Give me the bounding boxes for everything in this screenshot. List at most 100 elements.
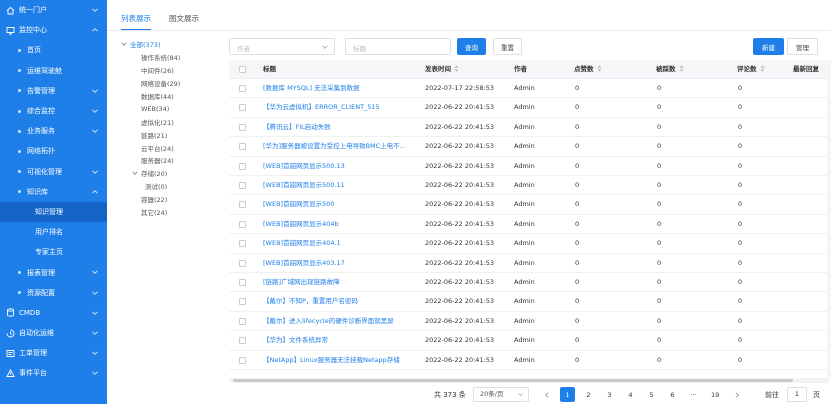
tree-node[interactable]: 云平台(24) — [121, 141, 213, 154]
sidebar-item[interactable]: 报表管理 — [0, 262, 107, 282]
sidebar-item[interactable]: 监控中心 — [0, 20, 107, 40]
row-checkbox[interactable] — [239, 259, 246, 267]
select-all-checkbox[interactable] — [239, 66, 246, 73]
row-checkbox[interactable] — [239, 240, 246, 248]
sidebar-item[interactable]: 运维驾驶舱 — [0, 61, 107, 81]
cell-title[interactable]: [WEB]首韶网页显示404.1 — [263, 234, 421, 253]
manage-button[interactable]: 管理 — [787, 38, 818, 55]
tree-node[interactable]: 服务器(24) — [121, 154, 213, 167]
page-number-button[interactable]: 19 — [707, 387, 723, 402]
row-checkbox[interactable] — [239, 182, 246, 189]
sidebar-item[interactable]: 业务服务 — [0, 121, 107, 141]
table-row[interactable]: 【华为】文件系统异常 2022-06-22 20:41:53 Admin 0 0 0 — [229, 331, 829, 351]
table-vertical-scrollbar[interactable] — [827, 60, 831, 378]
table-row[interactable]: [华为]服务器被设置为受控上电导致BMC上电不... 2022-06-22 20:… — [229, 137, 829, 157]
sidebar-item[interactable]: 自动化运维 — [0, 323, 107, 343]
sidebar-item[interactable]: 统一门户 — [0, 0, 107, 20]
page-number-button[interactable]: 1 — [560, 387, 575, 402]
new-button[interactable]: 新建 — [753, 38, 784, 55]
cell-title[interactable]: [数据库 MYSQL] 无法采集到数据 — [263, 79, 421, 98]
cell-title[interactable]: [WEB]首韶网页显示403.17 — [263, 254, 421, 273]
table-row[interactable]: [链路]广域网出现链路故障 2022-06-22 20:41:53 Admin 0 0 0 — [229, 273, 829, 293]
row-checkbox[interactable] — [239, 104, 246, 112]
page-number-button[interactable]: 4 — [623, 387, 638, 402]
header-likes[interactable]: 点赞数 — [574, 60, 602, 79]
cell-title[interactable]: 【华为云虚拟机】ERROR_CLIENT_515 — [263, 98, 421, 117]
tab-list-view[interactable]: 列表展示 — [121, 8, 151, 30]
table-row[interactable]: [WEB]首韶网页显示403.17 2022-06-22 20:41:53 Admi… — [229, 254, 829, 273]
tree-node[interactable]: 数据库(44) — [121, 90, 213, 103]
row-checkbox[interactable] — [239, 317, 246, 325]
row-checkbox[interactable] — [239, 162, 246, 170]
next-page-button[interactable] — [729, 387, 744, 402]
reset-button[interactable]: 重置 — [493, 38, 522, 55]
table-row[interactable]: 【华为云虚拟机】ERROR_CLIENT_515 2022-06-22 20:41… — [229, 98, 829, 118]
table-row[interactable]: [数据库 MYSQL] 无法采集到数据 2022-07-17 22:58:53 Ad… — [229, 79, 829, 99]
tree-node[interactable]: 全部(373) — [121, 38, 213, 51]
tree-node[interactable]: 其它(24) — [121, 206, 213, 219]
header-time[interactable]: 发表时间 — [425, 60, 459, 79]
row-checkbox[interactable] — [239, 201, 246, 209]
table-row[interactable]: [WEB]首韶网页显示404b 2022-06-22 20:41:53 Admin 0… — [229, 215, 829, 235]
row-checkbox[interactable] — [239, 123, 246, 131]
cell-title[interactable]: 【NetApp】Linux服务器无法挂载Netapp存储 — [263, 351, 421, 370]
table-row[interactable]: [WEB]首韶网页显示500 2022-06-22 20:41:53 Admin 0 0… — [229, 195, 829, 215]
tab-image-text-view[interactable]: 图文展示 — [169, 8, 199, 30]
tree-node[interactable]: 操作系统(84) — [121, 51, 213, 64]
tree-node[interactable]: 虚拟化(21) — [121, 115, 213, 128]
cell-title[interactable]: [华为]服务器被设置为受控上电导致BMC上电不... — [263, 137, 421, 156]
row-checkbox[interactable] — [239, 356, 246, 364]
sidebar-item[interactable]: 知识管理 — [0, 201, 107, 223]
row-checkbox[interactable] — [239, 279, 246, 286]
tree-node[interactable]: 中间件(26) — [121, 64, 213, 77]
prev-page-button[interactable] — [539, 387, 554, 402]
sidebar-item[interactable]: 告警管理 — [0, 81, 107, 101]
tree-node[interactable]: 容器(22) — [121, 193, 213, 206]
page-size-select[interactable]: 20条/页 — [473, 387, 529, 402]
scrollbar-thumb[interactable] — [233, 379, 793, 382]
author-select[interactable]: 作者 — [229, 38, 335, 55]
table-row[interactable]: 【戴尔】进入lifecycle的硬件诊断界面就黑屏 2022-06-22 20:4… — [229, 312, 829, 332]
sidebar-item[interactable]: 综合监控 — [0, 101, 107, 121]
cell-title[interactable]: 【戴尔】进入lifecycle的硬件诊断界面就黑屏 — [263, 312, 421, 331]
table-row[interactable]: [WEB]首韶网页显示404.1 2022-06-22 20:41:53 Admin… — [229, 234, 829, 254]
tree-node[interactable]: 存储(20) — [121, 167, 213, 180]
page-number-button[interactable]: 3 — [602, 387, 617, 402]
tree-node[interactable]: 网络设备(29) — [121, 77, 213, 90]
table-row[interactable]: 【腾讯云】FIL启动失败 2022-06-22 20:41:53 Admin 0 0 0 — [229, 118, 829, 138]
title-search-input[interactable]: 标题 — [345, 38, 451, 55]
cell-title[interactable]: [WEB]首韶网页显示500.13 — [263, 157, 421, 176]
table-row[interactable]: 【戴尔】不知P，重置用户名密码 2022-06-22 20:41:53 Admin 0… — [229, 292, 829, 312]
cell-title[interactable]: 【戴尔】不知P，重置用户名密码 — [263, 292, 421, 311]
more-pages-button[interactable]: ··· — [686, 387, 701, 402]
cell-title[interactable]: [WEB]首韶网页显示500.11 — [263, 176, 421, 195]
tree-node[interactable]: WEB(34) — [121, 102, 213, 115]
row-checkbox[interactable] — [239, 143, 246, 151]
sidebar-item[interactable]: 网络拓扑 — [0, 141, 107, 161]
sidebar-item[interactable]: 工单管理 — [0, 343, 107, 363]
row-checkbox[interactable] — [239, 298, 246, 306]
goto-page-input[interactable]: 1 — [787, 387, 807, 402]
sidebar-item[interactable]: 用户排名 — [0, 222, 107, 242]
sidebar-item[interactable]: 事件平台 — [0, 363, 107, 383]
row-checkbox[interactable] — [239, 85, 246, 92]
sidebar-item[interactable]: CMDB — [0, 303, 107, 323]
cell-title[interactable]: [链路]广域网出现链路故障 — [263, 273, 421, 292]
sidebar-item[interactable]: 可视化管理 — [0, 162, 107, 182]
header-comments[interactable]: 评论数 — [737, 60, 765, 79]
table-horizontal-scrollbar[interactable] — [229, 378, 829, 383]
cell-title[interactable]: [WEB]首韶网页显示404b — [263, 215, 421, 234]
sidebar-item[interactable]: 首页 — [0, 40, 107, 60]
page-number-button[interactable]: 6 — [665, 387, 680, 402]
table-row[interactable]: 【NetApp】Linux服务器无法挂载Netapp存储 2022-06-22 2… — [229, 351, 829, 370]
tree-node[interactable]: 测试(0) — [121, 180, 213, 193]
row-checkbox[interactable] — [239, 337, 246, 345]
sidebar-item[interactable]: 专家主页 — [0, 242, 107, 262]
tree-node[interactable]: 链路(21) — [121, 128, 213, 141]
sidebar-item[interactable]: 资源配置 — [0, 283, 107, 303]
table-row[interactable]: [WEB]首韶网页显示500.13 2022-06-22 20:41:53 Admi… — [229, 157, 829, 176]
table-row[interactable]: [WEB]首韶网页显示500.11 2022-06-22 20:41:53 Admi… — [229, 176, 829, 196]
sidebar-item[interactable]: 知识库 — [0, 182, 107, 202]
page-number-button[interactable]: 2 — [581, 387, 596, 402]
cell-title[interactable]: [WEB]首韶网页显示500 — [263, 195, 421, 214]
